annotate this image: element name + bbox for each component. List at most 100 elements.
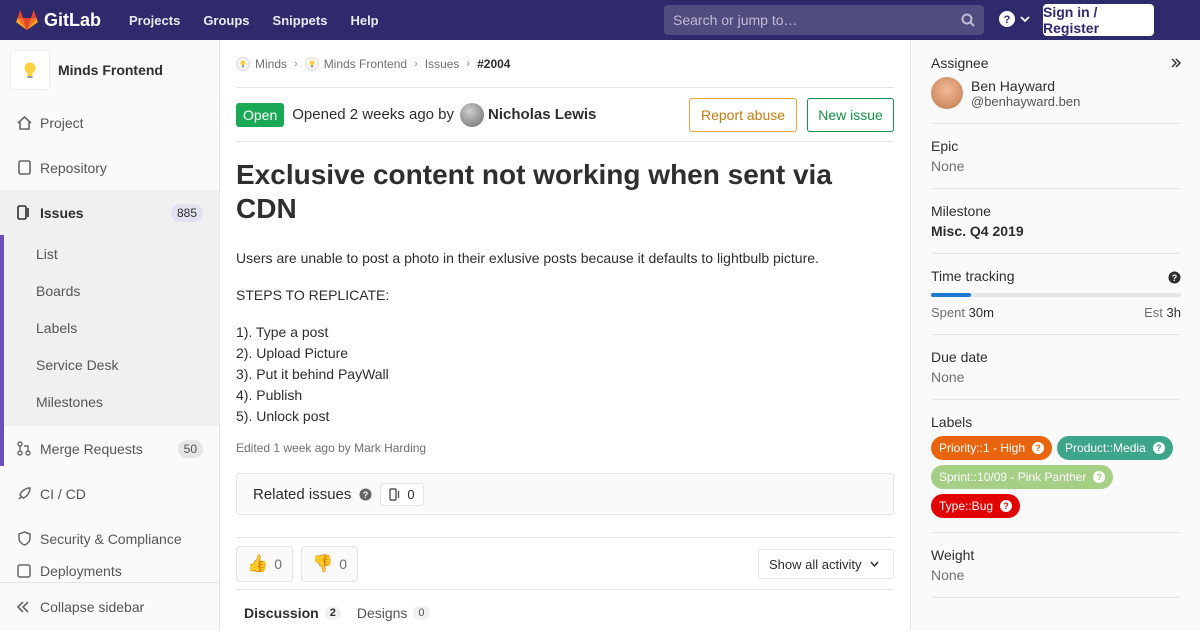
label-pill[interactable]: Product::Media? [1057, 436, 1173, 460]
lightbulb-icon [24, 62, 36, 78]
double-chevron-right-icon[interactable] [1171, 58, 1181, 68]
spent-row: Spent 30m [931, 305, 994, 320]
tab-label: Designs [356, 604, 408, 621]
activity-filter-dropdown[interactable]: Show all activity [758, 549, 894, 579]
weight-title: Weight [931, 547, 975, 563]
breadcrumb-issue-id[interactable]: #2004 [477, 57, 510, 71]
label-pill[interactable]: Sprint::10/09 - Pink Panther? [931, 465, 1114, 489]
collapse-sidebar-button[interactable]: Collapse sidebar [0, 582, 219, 630]
question-icon[interactable]: ? [1032, 442, 1045, 454]
breadcrumb-issues[interactable]: Issues [425, 57, 460, 71]
sidebar-item-merge-requests[interactable]: Merge Requests 50 [0, 426, 219, 471]
merge-request-icon [16, 441, 32, 457]
thumbs-down-button[interactable]: 👎 0 [301, 545, 358, 582]
assignee-info[interactable]: Ben Hayward @benhayward.ben [931, 77, 1181, 109]
related-issues-panel: Related issues ? 0 [236, 473, 894, 515]
epic-value: None [931, 158, 965, 174]
issue-description: Users are unable to post a photo in thei… [236, 248, 894, 427]
sidebar-item-repository[interactable]: Repository [0, 145, 219, 190]
top-navbar: GitLab Projects Groups Snippets Help ? S… [0, 0, 1200, 40]
sidebar-item-label: Merge Requests [40, 440, 143, 457]
thumbs-down-icon: 👎 [312, 553, 334, 573]
assignee-title: Assignee [931, 55, 989, 71]
milestone-value[interactable]: Misc. Q4 2019 [931, 223, 1181, 239]
time-tracking-title: Time tracking [931, 268, 1015, 284]
report-abuse-button[interactable]: Report abuse [689, 98, 797, 132]
search-icon[interactable] [961, 13, 975, 27]
steps-list: 1). Type a post 2). Upload Picture 3). P… [236, 322, 894, 427]
question-icon[interactable]: ? [1000, 500, 1013, 512]
search-box [664, 5, 984, 35]
epic-title: Epic [931, 138, 959, 154]
due-date-title: Due date [931, 349, 988, 365]
list-item: 1). Type a post [236, 324, 329, 340]
related-count-value: 0 [407, 486, 415, 502]
question-icon[interactable]: ? [1152, 442, 1165, 454]
nav-help[interactable]: Help [350, 13, 378, 28]
est-row: Est 3h [1144, 305, 1181, 320]
sidebar-item-deployments[interactable]: Deployments [0, 561, 219, 581]
new-issue-button[interactable]: New issue [807, 98, 894, 132]
chevron-down-icon [870, 561, 880, 567]
sidebar-item-security[interactable]: Security & Compliance [0, 516, 219, 561]
project-avatar [10, 50, 50, 90]
svg-text:?: ? [1172, 273, 1178, 283]
related-issues-count[interactable]: 0 [380, 482, 424, 506]
due-date-block: Due date None [931, 335, 1181, 400]
nav-groups[interactable]: Groups [203, 13, 249, 28]
activity-filter-label: Show all activity [769, 556, 862, 572]
help-dropdown[interactable]: ? [999, 11, 1030, 27]
nav-projects[interactable]: Projects [129, 13, 180, 28]
sign-in-button[interactable]: Sign in / Register [1043, 4, 1154, 36]
sidebar-subitem-milestones[interactable]: Milestones [0, 383, 219, 420]
thumbs-up-button[interactable]: 👍 0 [236, 545, 293, 582]
tab-designs[interactable]: Designs 0 [357, 605, 430, 621]
list-item: 3). Put it behind PayWall [236, 366, 389, 382]
sidebar-item-ci-cd[interactable]: CI / CD [0, 471, 219, 516]
assignee-name: Ben Hayward [971, 77, 1056, 94]
avatar[interactable] [460, 102, 485, 127]
status-badge: Open [236, 102, 285, 127]
nav-snippets[interactable]: Snippets [273, 13, 328, 28]
label-pill[interactable]: Type::Bug? [931, 494, 1021, 518]
sidebar-subitem-boards[interactable]: Boards [0, 272, 219, 309]
sidebar-item-label: Project [40, 114, 84, 131]
question-icon[interactable]: ? [1093, 471, 1106, 483]
breadcrumb-separator: › [414, 57, 418, 70]
collapse-sidebar-label: Collapse sidebar [40, 598, 145, 615]
question-icon[interactable]: ? [359, 488, 372, 501]
home-icon [16, 115, 32, 131]
sidebar-subitem-service-desk[interactable]: Service Desk [0, 346, 219, 383]
question-icon: ? [999, 11, 1015, 27]
breadcrumb-label: Minds Frontend [323, 56, 408, 71]
sidebar-subitem-list[interactable]: List [0, 235, 219, 272]
author-link[interactable]: Nicholas Lewis [488, 106, 596, 123]
sidebar-item-project[interactable]: Project [0, 100, 219, 145]
sidebar-item-label: CI / CD [40, 485, 86, 502]
assignee-username: @benhayward.ben [971, 93, 1081, 109]
label-text: Product::Media [1065, 441, 1146, 455]
opened-text: Opened 2 weeks ago by [292, 106, 455, 123]
label-pill[interactable]: Priority::1 - High? [931, 436, 1053, 460]
sidebar-subitem-labels[interactable]: Labels [0, 309, 219, 346]
project-header[interactable]: Minds Frontend [0, 40, 219, 100]
lightbulb-icon [236, 56, 250, 71]
question-icon[interactable]: ? [1168, 271, 1181, 284]
thumbs-up-icon: 👍 [247, 553, 269, 573]
gitlab-logo[interactable]: GitLab [16, 10, 114, 31]
sidebar-item-label: Issues [40, 204, 84, 221]
issues-icon [389, 487, 400, 501]
issue-header: Open Opened 2 weeks ago by Nicholas Lewi… [236, 88, 894, 142]
project-name: Minds Frontend [58, 62, 163, 78]
tab-discussion[interactable]: Discussion 2 [244, 605, 341, 621]
search-input[interactable] [673, 12, 961, 28]
time-progress-bar [931, 293, 1181, 297]
label-text: Sprint::10/09 - Pink Panther [939, 470, 1087, 484]
breadcrumb-separator: › [294, 57, 298, 70]
svg-text:?: ? [1004, 14, 1011, 26]
sidebar-item-issues[interactable]: Issues 885 [0, 190, 219, 235]
gitlab-fox-icon [16, 9, 38, 30]
shield-icon [16, 531, 32, 547]
breadcrumb-minds-frontend[interactable]: Minds Frontend [304, 56, 408, 71]
breadcrumb-minds[interactable]: Minds [236, 56, 287, 71]
